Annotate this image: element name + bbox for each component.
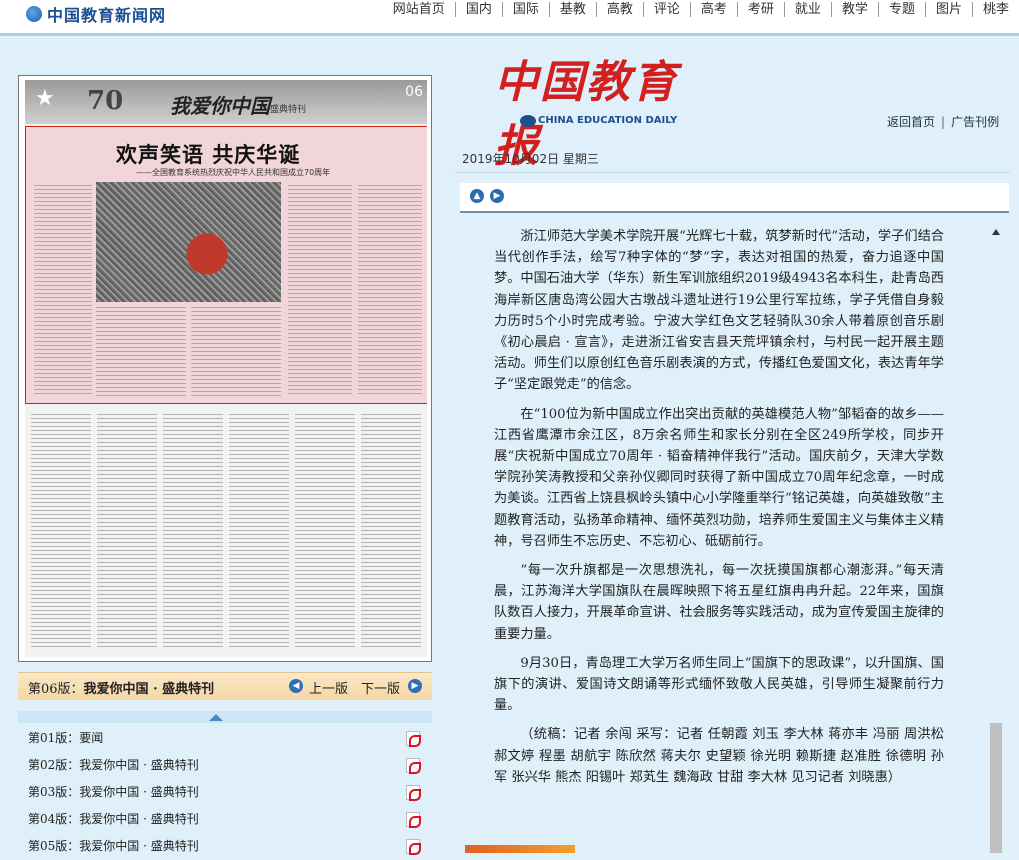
article-text-column: [288, 185, 352, 395]
article-text-column: [34, 185, 92, 395]
lower-text-column: [361, 414, 421, 650]
article-toolbar: ▲ ▶: [460, 183, 1009, 213]
lower-text-column: [163, 414, 223, 650]
pdf-icon[interactable]: [406, 758, 421, 774]
edition-nav-bar: 第06版：我爱你中国 · 盛典特刊 ◀ 上一版 下一版 ▶: [18, 672, 432, 700]
header-links: 返回首页 | 广告刊例: [887, 113, 999, 130]
issue-date: 2019年10月02日 星期三: [462, 152, 599, 166]
nav-item-special[interactable]: 专题: [879, 2, 926, 17]
lower-text-column: [97, 414, 157, 650]
next-page-link[interactable]: 下一版: [361, 678, 400, 697]
nav-item-home[interactable]: 网站首页: [383, 2, 456, 17]
brand-english-name: CHINA EDUCATION DAILY: [538, 115, 678, 126]
bottom-tab[interactable]: [465, 845, 575, 853]
page-sub-title: 盛典特刊: [270, 105, 307, 115]
article-paragraph: 浙江师范大学美术学院开展“光辉七十载，筑梦新时代”活动，学子们结合当代创作手法，…: [494, 229, 944, 393]
edition-link[interactable]: 第03版：我爱你中国 · 盛典特刊: [28, 785, 199, 799]
article-scrollbar[interactable]: [989, 221, 1003, 853]
edition-list-item[interactable]: 第01版：要闻: [18, 725, 432, 752]
lower-text-column: [229, 414, 289, 650]
nav-item-higher-education[interactable]: 高教: [597, 2, 644, 17]
article-panel: 浙江师范大学美术学院开展“光辉七十载，筑梦新时代”活动，学子们结合当代创作手法，…: [460, 213, 1009, 853]
edition-list-item[interactable]: 第02版：我爱你中国 · 盛典特刊: [18, 752, 432, 779]
pdf-icon[interactable]: [406, 839, 421, 855]
nav-item-taoli[interactable]: 桃李: [973, 2, 1019, 17]
article-credits: （统稿：记者 余闯 采写：记者 任朝霞 刘玉 李大林 蒋亦丰 冯丽 周洪松 郝文…: [494, 727, 944, 785]
edition-list-item[interactable]: 第03版：我爱你中国 · 盛典特刊: [18, 779, 432, 806]
nav-item-gaokao[interactable]: 高考: [691, 2, 738, 17]
previous-page-link[interactable]: 上一版: [309, 678, 348, 697]
article-text-column: [96, 307, 186, 397]
newspaper-page-frame: ★ 70 我爱你中国 盛典特刊 06 欢声笑语 共庆华诞 ——全国教育系统热烈庆…: [18, 75, 432, 662]
page-slogan: 我爱你中国: [170, 94, 270, 118]
article-paragraph: 9月30日，青岛理工大学万名师生同上“国旗下的思政课”，以升国旗、国旗下的演讲、…: [494, 655, 944, 714]
pdf-icon[interactable]: [406, 812, 421, 828]
scroll-up-icon[interactable]: [992, 229, 1000, 235]
ad-rates-link[interactable]: 广告刊例: [951, 115, 999, 129]
article-text-column: [191, 307, 281, 397]
edition-list-item[interactable]: 第05版：我爱你中国 · 盛典特刊: [18, 833, 432, 860]
lower-text-column: [31, 414, 91, 650]
article-photo: [96, 182, 281, 302]
header-divider: [455, 172, 1010, 173]
newspaper-brand[interactable]: 中国教育报 CHINA EDUCATION DAILY: [494, 46, 694, 172]
edition-link[interactable]: 第05版：我爱你中国 · 盛典特刊: [28, 839, 199, 853]
article-paragraph: “每一次升旗都是一次思想洗礼，每一次抚摸国旗都心潮澎湃。”每天清晨，江苏海洋大学…: [494, 563, 944, 642]
nav-item-domestic[interactable]: 国内: [456, 2, 503, 17]
edition-link[interactable]: 第04版：我爱你中国 · 盛典特刊: [28, 812, 199, 826]
back-home-link[interactable]: 返回首页: [887, 115, 935, 129]
forward-arrow-icon[interactable]: ▶: [490, 189, 504, 203]
nav-item-basic-education[interactable]: 基教: [550, 2, 597, 17]
top-bar: 中国教育新闻网 网站首页 国内 国际 基教 高教 评论 高考 考研 就业 教学 …: [0, 0, 1019, 34]
newspaper-page-image: ★ 70 我爱你中国 盛典特刊 06 欢声笑语 共庆华诞 ——全国教育系统热烈庆…: [25, 80, 427, 657]
highlighted-article-area[interactable]: 欢声笑语 共庆华诞 ——全国教育系统热烈庆祝中华人民共和国成立70周年: [25, 126, 427, 404]
edition-link[interactable]: 第01版：要闻: [28, 731, 103, 745]
nav-item-pictures[interactable]: 图片: [926, 2, 973, 17]
main-nav: 网站首页 国内 国际 基教 高教 评论 高考 考研 就业 教学 专题 图片 桃李: [383, 2, 1019, 17]
lower-text-column: [295, 414, 355, 650]
previous-page-icon[interactable]: ◀: [289, 679, 303, 693]
page-banner: ★ 70 我爱你中国 盛典特刊 06: [25, 80, 427, 124]
scroll-thumb[interactable]: [990, 723, 1002, 853]
edition-list-toggle[interactable]: [18, 711, 432, 723]
edition-list-item[interactable]: 第04版：我爱你中国 · 盛典特刊: [18, 806, 432, 833]
up-arrow-icon[interactable]: ▲: [470, 189, 484, 203]
star-icon: ★: [35, 86, 55, 111]
logo-icon: [26, 6, 42, 22]
brand-logo-icon: [520, 115, 536, 127]
nav-item-international[interactable]: 国际: [503, 2, 550, 17]
edition-list: 第01版：要闻 第02版：我爱你中国 · 盛典特刊 第03版：我爱你中国 · 盛…: [18, 725, 432, 860]
pdf-icon[interactable]: [406, 785, 421, 801]
page-number: 06: [405, 84, 423, 100]
lower-articles: [25, 410, 427, 657]
current-edition-label: 第06版：我爱你中国 · 盛典特刊: [28, 682, 215, 697]
link-separator: |: [941, 115, 946, 129]
article-subline: ——全国教育系统热烈庆祝中华人民共和国成立70周年: [136, 168, 331, 177]
nav-item-commentary[interactable]: 评论: [644, 2, 691, 17]
article-paragraph: 在“100位为新中国成立作出突出贡献的英雄模范人物”邹韬奋的故乡——江西省鹰潭市…: [494, 406, 944, 549]
nav-item-kaoyan[interactable]: 考研: [738, 2, 785, 17]
collapse-arrow-icon: [209, 714, 223, 721]
pdf-icon[interactable]: [406, 731, 421, 747]
next-page-icon[interactable]: ▶: [408, 679, 422, 693]
nav-item-employment[interactable]: 就业: [785, 2, 832, 17]
site-logo-text: 中国教育新闻网: [47, 6, 167, 25]
top-divider: [0, 33, 1019, 36]
edition-link[interactable]: 第02版：我爱你中国 · 盛典特刊: [28, 758, 199, 772]
article-headline: 欢声笑语 共庆华诞: [116, 142, 301, 167]
seventy-emblem: 70: [87, 86, 124, 116]
nav-item-teaching[interactable]: 教学: [832, 2, 879, 17]
article-text-column: [358, 185, 422, 395]
site-logo[interactable]: 中国教育新闻网: [26, 3, 166, 25]
article-body: 浙江师范大学美术学院开展“光辉七十载，筑梦新时代”活动，学子们结合当代创作手法，…: [494, 226, 944, 796]
